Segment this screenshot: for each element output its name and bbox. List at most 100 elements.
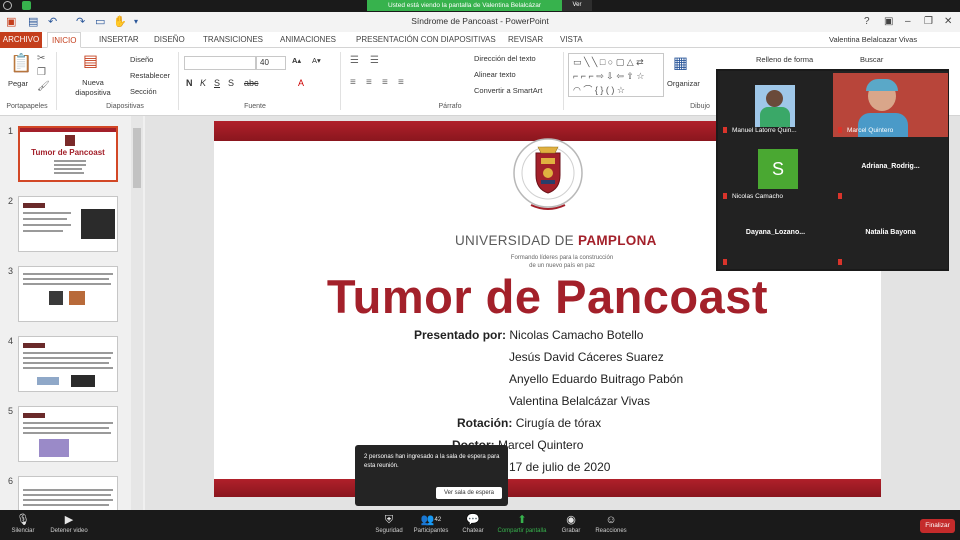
tab-insert[interactable]: INSERTAR xyxy=(99,32,139,48)
zoom-info-icon[interactable] xyxy=(3,1,12,10)
format-painter-icon[interactable]: 🖌 xyxy=(37,82,50,92)
group-drawing: Dibujo xyxy=(690,103,710,110)
convert-smartart-button[interactable]: Convertir a SmartArt xyxy=(474,86,542,96)
thumb-text-line xyxy=(23,212,71,214)
tab-slideshow[interactable]: PRESENTACIÓN CON DIAPOSITIVAS xyxy=(356,32,496,48)
tab-design[interactable]: DISEÑO xyxy=(154,32,185,48)
end-meeting-button[interactable]: Finalizar xyxy=(920,519,955,533)
paste-button[interactable]: Pegar xyxy=(8,79,28,89)
section-button[interactable]: Sección xyxy=(130,87,157,97)
thumb-text-line xyxy=(23,432,111,434)
divider xyxy=(56,52,57,110)
university-name: UNIVERSIDAD DE PAMPLONA xyxy=(455,233,657,248)
tab-home[interactable]: INICIO xyxy=(47,32,82,48)
muted-mic-icon xyxy=(723,127,727,133)
participant-tile[interactable]: Dayana_Lozano... xyxy=(718,203,833,269)
view-options-button[interactable]: Ver Opciones xyxy=(562,0,592,19)
participant-tile[interactable]: Natalia Bayona xyxy=(833,203,948,269)
slide-thumbnail-1[interactable]: Tumor de Pancoast xyxy=(18,126,118,182)
participant-tile[interactable]: Marcel Quintero xyxy=(833,71,948,137)
align-right-icon[interactable]: ≡ xyxy=(382,78,388,88)
slide-title[interactable]: Tumor de Pancoast xyxy=(214,269,881,324)
slide-thumbnail-2[interactable] xyxy=(18,196,118,252)
strikethrough-icon[interactable]: abc xyxy=(244,78,259,88)
tab-transitions[interactable]: TRANSICIONES xyxy=(203,32,263,48)
participant-tile[interactable]: Manuel Latorre Quin... xyxy=(718,71,833,137)
underline-icon[interactable]: S xyxy=(214,78,220,88)
numbering-icon[interactable]: ☰ xyxy=(370,56,379,66)
slide-thumbnail-5[interactable] xyxy=(18,406,118,462)
thumb-image xyxy=(81,209,115,239)
arrange-button[interactable]: Organizar xyxy=(667,79,700,89)
tab-animations[interactable]: ANIMACIONES xyxy=(280,32,336,48)
account-name[interactable]: Valentina Belalcazar Vivas xyxy=(829,32,917,48)
slide-thumbnail-6[interactable] xyxy=(18,476,118,510)
layout-button[interactable]: Diseño xyxy=(130,55,153,65)
thumb-text-line xyxy=(23,357,111,359)
copy-icon[interactable]: ❐ xyxy=(37,68,46,78)
university-name-part: PAMPLONA xyxy=(578,233,657,248)
new-slide-button[interactable]: Nueva diapositiva xyxy=(68,78,118,98)
muted-mic-icon xyxy=(838,127,842,133)
thumb-text-line xyxy=(23,218,67,220)
tab-file[interactable]: ARCHIVO xyxy=(0,32,42,48)
thumbnail-scrollbar-thumb[interactable] xyxy=(133,128,141,188)
font-name-input[interactable] xyxy=(184,56,256,70)
shrink-font-icon[interactable]: A▾ xyxy=(312,56,321,66)
minimize-icon[interactable]: – xyxy=(905,15,911,29)
presented-by-label: Presentado por: xyxy=(414,328,507,342)
ribbon-display-icon[interactable]: ▣ xyxy=(884,15,893,29)
new-slide-icon[interactable]: ▤ xyxy=(83,54,98,70)
reactions-button[interactable]: ☺ Reacciones xyxy=(581,513,641,536)
shapes-gallery[interactable]: ▭ ╲ ╲ □ ○ ▢ △ ⇄ ⌐ ⌐ ⌐ ⇨ ⇩ ⇦ ⇧ ☆ ◠ ⌒ { } … xyxy=(568,53,664,97)
thumb-text-line xyxy=(23,499,113,501)
italic-icon[interactable]: K xyxy=(200,78,206,88)
align-text-button[interactable]: Alinear texto xyxy=(474,70,516,80)
align-left-icon[interactable]: ≡ xyxy=(350,78,356,88)
thumb-text-line xyxy=(23,224,71,226)
window-title: Síndrome de Pancoast - PowerPoint xyxy=(411,16,549,26)
find-button[interactable]: Buscar xyxy=(860,55,883,65)
tab-review[interactable]: REVISAR xyxy=(508,32,543,48)
tab-view[interactable]: VISTA xyxy=(560,32,583,48)
reset-button[interactable]: Restablecer xyxy=(130,71,170,81)
align-center-icon[interactable]: ≡ xyxy=(366,78,372,88)
thumb-heading xyxy=(23,413,45,418)
slide-number: 6 xyxy=(8,476,14,486)
shape-fill-button[interactable]: Relleno de forma xyxy=(756,55,813,65)
font-color-icon[interactable]: A xyxy=(298,78,304,88)
participant-name: Adriana_Rodrig... xyxy=(861,163,920,170)
grow-font-icon[interactable]: A▴ xyxy=(292,56,301,66)
close-icon[interactable]: ✕ xyxy=(944,15,952,29)
arrange-icon[interactable]: ▦ xyxy=(673,56,688,72)
thumb-image xyxy=(69,291,85,305)
slide-thumbnail-4[interactable] xyxy=(18,336,118,392)
view-waiting-room-button[interactable]: Ver sala de espera xyxy=(436,487,502,499)
zoom-share-banner: Usted está viendo la pantalla de Valenti… xyxy=(0,0,960,19)
author-name: Valentina Belalcázar Vivas xyxy=(509,394,650,408)
maximize-icon[interactable]: ❐ xyxy=(924,15,933,29)
participant-tile[interactable]: S Nicolas Camacho xyxy=(718,137,833,203)
participant-avatar: S xyxy=(758,149,798,189)
text-direction-button[interactable]: Dirección del texto xyxy=(474,54,536,64)
title-bar: ▣ ▤ ↶ ↷ ▭ ✋ ▾ Síndrome de Pancoast - Pow… xyxy=(0,12,960,32)
participant-tile[interactable]: Adriana_Rodrig... xyxy=(833,137,948,203)
thumb-text-line xyxy=(54,172,84,174)
shapes-gallery-icon[interactable]: ⌐ ⌐ ⌐ ⇨ ⇩ ⇦ ⇧ ☆ xyxy=(573,71,645,81)
group-paragraph: Párrafo xyxy=(438,103,462,110)
shadow-icon[interactable]: S xyxy=(228,78,234,88)
zoom-shield-icon[interactable] xyxy=(22,1,31,10)
bold-icon[interactable]: N xyxy=(186,78,193,88)
university-crest-logo xyxy=(513,138,583,210)
thumb-text-line xyxy=(23,278,109,280)
bullets-icon[interactable]: ☰ xyxy=(350,56,359,66)
stop-video-button[interactable]: ▶ Detener video xyxy=(39,513,99,536)
font-size-input[interactable]: 40 xyxy=(256,56,286,70)
slide-thumbnail-3[interactable] xyxy=(18,266,118,322)
help-icon[interactable]: ? xyxy=(864,15,870,29)
cut-icon[interactable]: ✂ xyxy=(37,54,45,64)
justify-icon[interactable]: ≡ xyxy=(398,78,404,88)
shapes-gallery-icon[interactable]: ▭ ╲ ╲ □ ○ ▢ △ ⇄ xyxy=(573,57,644,67)
paste-icon[interactable]: 📋 xyxy=(10,54,32,72)
shapes-gallery-icon[interactable]: ◠ ⌒ { } ( ) ☆ xyxy=(573,85,625,95)
